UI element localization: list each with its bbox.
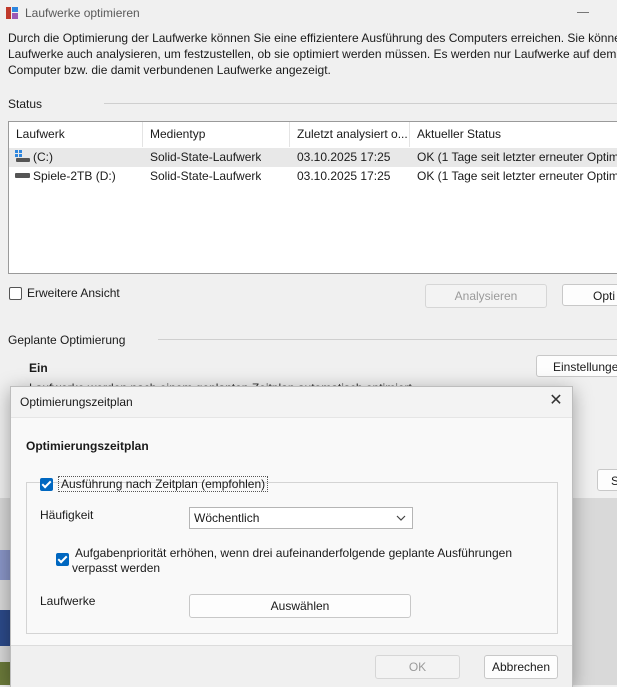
- drive-name: Spiele-2TB (D:): [33, 169, 116, 183]
- settings-button[interactable]: Einstellunge: [536, 355, 617, 377]
- drive-row-c[interactable]: (C:) Solid-State-Laufwerk 03.10.2025 17:…: [9, 148, 617, 167]
- drive-list[interactable]: Laufwerk Medientyp Zuletzt analysiert o.…: [8, 121, 617, 274]
- description: Durch die Optimierung der Laufwerke könn…: [8, 30, 617, 78]
- dialog-body: Optimierungszeitplan Ausführung nach Zei…: [11, 417, 572, 646]
- scheduled-separator: [158, 339, 617, 340]
- system-drive-icon: [15, 150, 30, 162]
- drive-icon: [15, 173, 30, 178]
- frequency-label: Häufigkeit: [40, 508, 94, 522]
- cancel-button[interactable]: Abbrechen: [484, 655, 558, 679]
- ok-button[interactable]: OK: [375, 655, 460, 679]
- run-on-schedule-checkbox[interactable]: [40, 478, 53, 491]
- increase-priority-checkbox[interactable]: [56, 553, 69, 566]
- background-window-strip: [0, 662, 10, 685]
- run-on-schedule-label: Ausführung nach Zeitplan (empfohlen): [58, 476, 269, 492]
- drive-media: Solid-State-Laufwerk: [150, 150, 262, 164]
- drive-media: Solid-State-Laufwerk: [150, 169, 262, 183]
- advanced-view-checkbox[interactable]: [9, 287, 22, 300]
- increase-priority-label-2: verpasst werden: [72, 561, 161, 575]
- frequency-dropdown[interactable]: Wöchentlich: [189, 507, 413, 529]
- schedule-dialog: Optimierungszeitplan ✕ Optimierungszeitp…: [10, 386, 573, 687]
- column-header-status[interactable]: Aktueller Status: [410, 122, 617, 147]
- drive-name: (C:): [33, 150, 53, 164]
- chevron-down-icon: [396, 515, 406, 521]
- advanced-view-label: Erweitere Ansicht: [27, 286, 120, 300]
- description-line: Laufwerke auch analysieren, um festzuste…: [8, 47, 617, 61]
- optimize-button[interactable]: Opti: [562, 284, 617, 306]
- close-icon[interactable]: ✕: [546, 392, 566, 412]
- drive-status: OK (1 Tage seit letzter erneuter Optimi: [417, 150, 617, 164]
- scheduled-optimization-label: Geplante Optimierung: [8, 333, 126, 347]
- drives-label: Laufwerke: [40, 594, 96, 608]
- background-window-strip: [0, 550, 10, 580]
- column-header-last-analyzed[interactable]: Zuletzt analysiert o...: [290, 122, 410, 147]
- minimize-button[interactable]: [577, 2, 589, 13]
- dialog-footer: OK Abbrechen: [11, 645, 572, 687]
- column-header-drive[interactable]: Laufwerk: [9, 122, 143, 147]
- defrag-app-icon: [6, 7, 18, 19]
- status-separator: [104, 103, 617, 104]
- background-window-strip: [0, 610, 10, 646]
- drive-status: OK (1 Tage seit letzter erneuter Optimi: [417, 169, 617, 183]
- description-line: Durch die Optimierung der Laufwerke könn…: [8, 31, 617, 45]
- drive-last-analyzed: 03.10.2025 17:25: [297, 169, 391, 183]
- window-title: Laufwerke optimieren: [25, 6, 140, 20]
- status-label: Status: [8, 97, 43, 111]
- dialog-title: Optimierungszeitplan: [20, 395, 133, 409]
- analyze-button[interactable]: Analysieren: [425, 284, 547, 308]
- increase-priority-label: Aufgabenpriorität erhöhen, wenn drei auf…: [75, 546, 513, 560]
- title-bar: Laufwerke optimieren: [0, 0, 617, 26]
- description-line: Computer bzw. die damit verbundenen Lauf…: [8, 63, 331, 77]
- close-main-button[interactable]: S: [597, 469, 617, 491]
- column-header-media[interactable]: Medientyp: [143, 122, 290, 147]
- frequency-value: Wöchentlich: [194, 511, 260, 525]
- schedule-state: Ein: [29, 361, 48, 375]
- choose-drives-button[interactable]: Auswählen: [189, 594, 411, 618]
- drive-last-analyzed: 03.10.2025 17:25: [297, 150, 391, 164]
- dialog-heading: Optimierungszeitplan: [26, 439, 149, 453]
- drive-row-d[interactable]: Spiele-2TB (D:) Solid-State-Laufwerk 03.…: [9, 167, 617, 186]
